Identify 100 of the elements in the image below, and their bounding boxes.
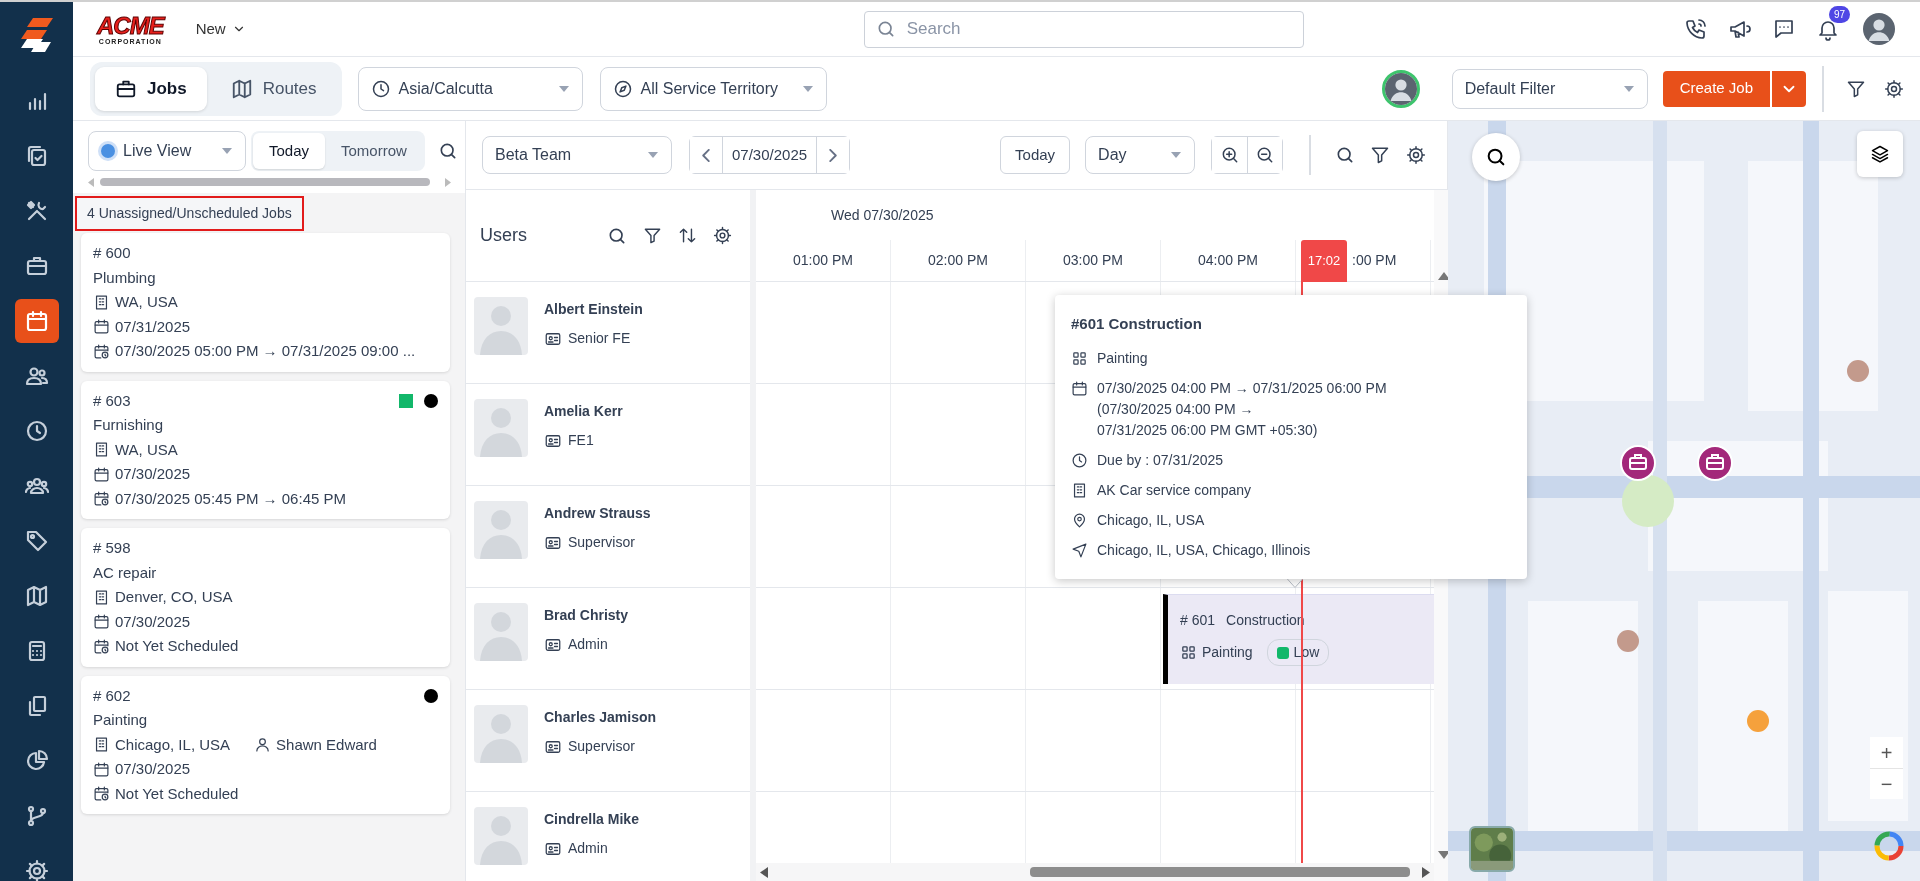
sort-button[interactable] xyxy=(678,226,697,245)
caret-icon xyxy=(221,147,233,155)
search-field[interactable]: Search xyxy=(863,10,1304,48)
filter-select[interactable]: Default Filter xyxy=(1451,68,1648,109)
tooltip-text: Painting xyxy=(1097,348,1148,368)
caret-icon xyxy=(1170,151,1183,159)
caret-icon xyxy=(801,84,814,93)
settings-button[interactable] xyxy=(713,226,732,245)
caret-icon xyxy=(557,84,570,93)
building-icon xyxy=(93,293,110,311)
chat-button[interactable] xyxy=(1772,17,1796,41)
tooltip-text: AK Car service company xyxy=(1097,480,1252,500)
sidebar-item[interactable] xyxy=(14,299,59,343)
pie-icon xyxy=(24,749,49,773)
hour-label: 01:00 PM xyxy=(793,251,853,270)
view-select[interactable]: Live View xyxy=(88,131,246,171)
timezone-select[interactable]: Asia/Calcutta xyxy=(357,66,583,111)
chat-icon xyxy=(1772,17,1796,41)
user-avatar xyxy=(474,501,528,559)
territory-select[interactable]: All Service Territory xyxy=(599,66,827,111)
calendar-icon xyxy=(93,613,110,631)
new-menu-button[interactable]: New xyxy=(189,16,252,42)
user-icon xyxy=(254,736,272,754)
job-number: # 598 xyxy=(93,538,131,558)
view-tab[interactable]: Routes xyxy=(210,66,337,111)
user-name: Albert Einstein xyxy=(544,300,643,319)
map-icon xyxy=(24,584,49,608)
filter-icon xyxy=(643,226,662,245)
create-options-button[interactable] xyxy=(1772,70,1806,107)
job-date: 07/30/2025 xyxy=(115,611,191,632)
job-schedule: Not Yet Scheduled xyxy=(115,783,239,804)
building-icon xyxy=(93,441,110,459)
calendar-icon xyxy=(93,318,110,336)
today-button[interactable]: Today xyxy=(1000,136,1071,174)
job-schedule: 07/30/2025 05:45 PM → 06:45 PM xyxy=(115,488,346,509)
scroll-up-arrow xyxy=(1438,272,1450,280)
user-avatar xyxy=(1863,13,1895,45)
job-card[interactable]: # 603 Furnishing WA, USA 07/30/2025 07/30/2025 05:45 PM → 06:45 PM xyxy=(81,380,450,519)
navigation-icon xyxy=(1071,541,1088,559)
job-location: Denver, CO, USA xyxy=(115,587,233,607)
clock-icon xyxy=(370,78,391,99)
user-role: Supervisor xyxy=(568,533,635,552)
calendar-icon xyxy=(93,465,110,483)
category-icon xyxy=(1071,349,1088,367)
settings-icon xyxy=(1406,145,1427,165)
day-tab[interactable]: Today xyxy=(253,133,326,169)
event-number: # 601 xyxy=(1180,612,1216,628)
caret-icon xyxy=(647,151,659,159)
day-label: Wed 07/30/2025 xyxy=(831,205,934,225)
filter-button[interactable] xyxy=(643,226,662,245)
scroll-right-arrow xyxy=(1422,866,1430,878)
create-job-button[interactable]: Create Job xyxy=(1662,70,1770,107)
map-icon xyxy=(230,77,253,100)
job-title: AC repair xyxy=(93,562,157,583)
job-number: # 603 xyxy=(93,390,131,411)
job-number: # 602 xyxy=(93,685,131,706)
phone-button[interactable] xyxy=(1684,17,1708,41)
user-avatar xyxy=(474,807,528,865)
settings-icon xyxy=(1884,78,1904,99)
hour-label: 02:00 PM xyxy=(928,251,988,270)
zoom-out-button[interactable] xyxy=(1247,137,1283,173)
building-icon xyxy=(93,736,110,754)
notification-count: 97 xyxy=(1828,6,1850,23)
tooltip-text: 07/30/2025 04:00 PM → 07/31/2025 06:00 PM (07/30/2025 04:00 PM → 07/31/2025 06:00 PM GMT +05:30) xyxy=(1097,378,1387,440)
unassigned-jobs-count: 4 Unassigned/Unscheduled Jobs xyxy=(75,196,304,231)
filter-button[interactable] xyxy=(1370,145,1391,165)
job-card[interactable]: # 600 Plumbing WA, USA 07/31/2025 07/30/2025 05:00 PM → 07/31/2025 09:00 ... xyxy=(81,233,450,372)
job-assignee: Shawn Edward xyxy=(276,734,377,755)
view-tab[interactable]: Jobs xyxy=(95,66,207,111)
user-avatar xyxy=(1384,72,1417,105)
user-avatar xyxy=(474,297,528,355)
user-role: Admin xyxy=(568,839,608,858)
user-name: Brad Christy xyxy=(544,606,629,625)
user-avatar xyxy=(474,603,528,661)
hour-label: 04:00 PM xyxy=(1198,251,1258,270)
job-title: Painting xyxy=(93,710,148,730)
clock-icon xyxy=(1071,451,1088,469)
logo-text: ACME xyxy=(97,13,164,38)
scroll-right-arrow xyxy=(445,177,451,187)
job-date: 07/31/2025 xyxy=(115,316,191,337)
tooltip-text: Chicago, IL, USA xyxy=(1097,510,1205,530)
scroll-left-arrow xyxy=(88,177,94,187)
user-role: Supervisor xyxy=(568,737,635,756)
job-card[interactable]: # 598 AC repair Denver, CO, USA 07/30/2025 Not Yet Scheduled xyxy=(81,528,450,667)
settings-button[interactable] xyxy=(1406,145,1427,165)
team-select[interactable]: Beta Team xyxy=(482,136,672,174)
job-number: # 600 xyxy=(93,243,131,263)
job-card[interactable]: # 602 Painting Chicago, IL, USA Shawn Edward 07/30/2025 Not Yet Scheduled xyxy=(81,675,450,814)
job-date: 07/30/2025 xyxy=(115,464,191,484)
calendar-clock-icon xyxy=(93,637,110,655)
sort-icon xyxy=(678,226,697,245)
day-tab[interactable]: Tomorrow xyxy=(325,133,423,169)
pin-icon xyxy=(1071,511,1088,529)
settings-button[interactable] xyxy=(1884,78,1904,99)
event-category: Painting xyxy=(1202,643,1253,662)
hour-label: 03:00 PM xyxy=(1063,251,1123,270)
job-date: 07/30/2025 xyxy=(115,759,191,779)
current-time-label: 17:02 xyxy=(1301,240,1347,282)
range-select[interactable]: Day xyxy=(1085,136,1196,174)
hour-label: :00 PM xyxy=(1352,251,1397,270)
